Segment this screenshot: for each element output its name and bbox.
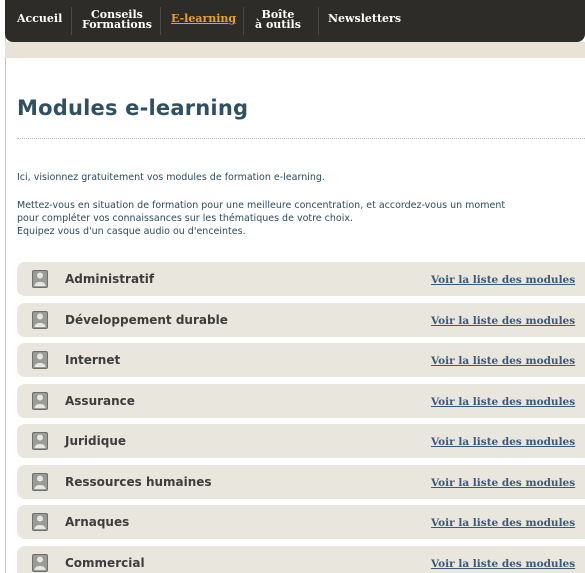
person-silhouette-icon bbox=[32, 472, 48, 491]
module-row-2[interactable]: Internet Voir la liste des modules bbox=[17, 343, 585, 377]
intro-line-2: Mettez-vous en situation de formation po… bbox=[17, 200, 506, 211]
view-modules-link[interactable]: Voir la liste des modules bbox=[431, 517, 575, 529]
module-row-0[interactable]: Administratif Voir la liste des modules bbox=[17, 262, 585, 296]
view-modules-link[interactable]: Voir la liste des modules bbox=[431, 315, 575, 327]
module-row-3[interactable]: Assurance Voir la liste des modules bbox=[17, 383, 585, 418]
module-row-5[interactable]: Ressources humaines Voir la liste des mo… bbox=[17, 464, 585, 499]
intro-line-1: Ici, visionnez gratuitement vos modules … bbox=[17, 172, 325, 183]
nav-separator bbox=[243, 7, 244, 35]
module-label: Assurance bbox=[65, 393, 135, 408]
module-row-4[interactable]: Juridique Voir la liste des modules bbox=[17, 424, 585, 458]
view-modules-link[interactable]: Voir la liste des modules bbox=[431, 477, 575, 489]
module-list: Administratif Voir la liste des modules … bbox=[17, 262, 585, 573]
person-silhouette-icon bbox=[32, 351, 48, 369]
view-modules-link[interactable]: Voir la liste des modules bbox=[431, 355, 575, 367]
module-label: Développement durable bbox=[65, 312, 228, 327]
module-label: Juridique bbox=[65, 434, 127, 448]
nav-separator bbox=[71, 7, 72, 35]
nav-newsletters[interactable]: Newsletters bbox=[328, 13, 401, 24]
nav-e-learning[interactable]: E-learning bbox=[171, 13, 236, 24]
person-silhouette-icon bbox=[32, 553, 48, 572]
module-row-7[interactable]: Commercial Voir la liste des modules bbox=[17, 545, 585, 573]
view-modules-link[interactable]: Voir la liste des modules bbox=[431, 436, 575, 448]
person-silhouette-icon bbox=[32, 391, 48, 410]
header-band bbox=[5, 42, 585, 58]
title-divider bbox=[17, 138, 585, 139]
nav-boite-line2: à outils bbox=[255, 18, 301, 31]
nav-separator bbox=[160, 7, 161, 35]
nav-conseils-line2: Formations bbox=[82, 18, 152, 31]
view-modules-link[interactable]: Voir la liste des modules bbox=[431, 396, 575, 408]
module-row-1[interactable]: Développement durable Voir la liste des … bbox=[17, 302, 585, 337]
module-label: Commercial bbox=[65, 555, 145, 570]
module-row-6[interactable]: Arnaques Voir la liste des modules bbox=[17, 505, 585, 539]
person-silhouette-icon bbox=[32, 270, 48, 288]
view-modules-link[interactable]: Voir la liste des modules bbox=[431, 558, 575, 570]
module-label: Ressources humaines bbox=[65, 474, 212, 489]
module-label: Administratif bbox=[65, 272, 155, 286]
module-label: Internet bbox=[65, 353, 121, 367]
person-silhouette-icon bbox=[32, 513, 48, 531]
nav-conseils-formations[interactable]: Conseils Formations bbox=[82, 9, 152, 31]
top-navigation: Accueil Conseils Formations E-learning B… bbox=[5, 0, 585, 42]
person-silhouette-icon bbox=[32, 432, 48, 450]
intro-line-3: pour compléter vos connaissances sur les… bbox=[17, 213, 354, 224]
person-silhouette-icon bbox=[32, 310, 48, 329]
nav-separator bbox=[318, 7, 319, 35]
intro-line-4: Equipez vous d'un casque audio ou d'ence… bbox=[17, 226, 246, 237]
page-title: Modules e-learning bbox=[17, 96, 249, 120]
nav-boite-a-outils[interactable]: Boîte à outils bbox=[255, 9, 301, 31]
view-modules-link[interactable]: Voir la liste des modules bbox=[431, 274, 575, 286]
module-label: Arnaques bbox=[65, 515, 130, 529]
nav-accueil[interactable]: Accueil bbox=[17, 13, 62, 24]
